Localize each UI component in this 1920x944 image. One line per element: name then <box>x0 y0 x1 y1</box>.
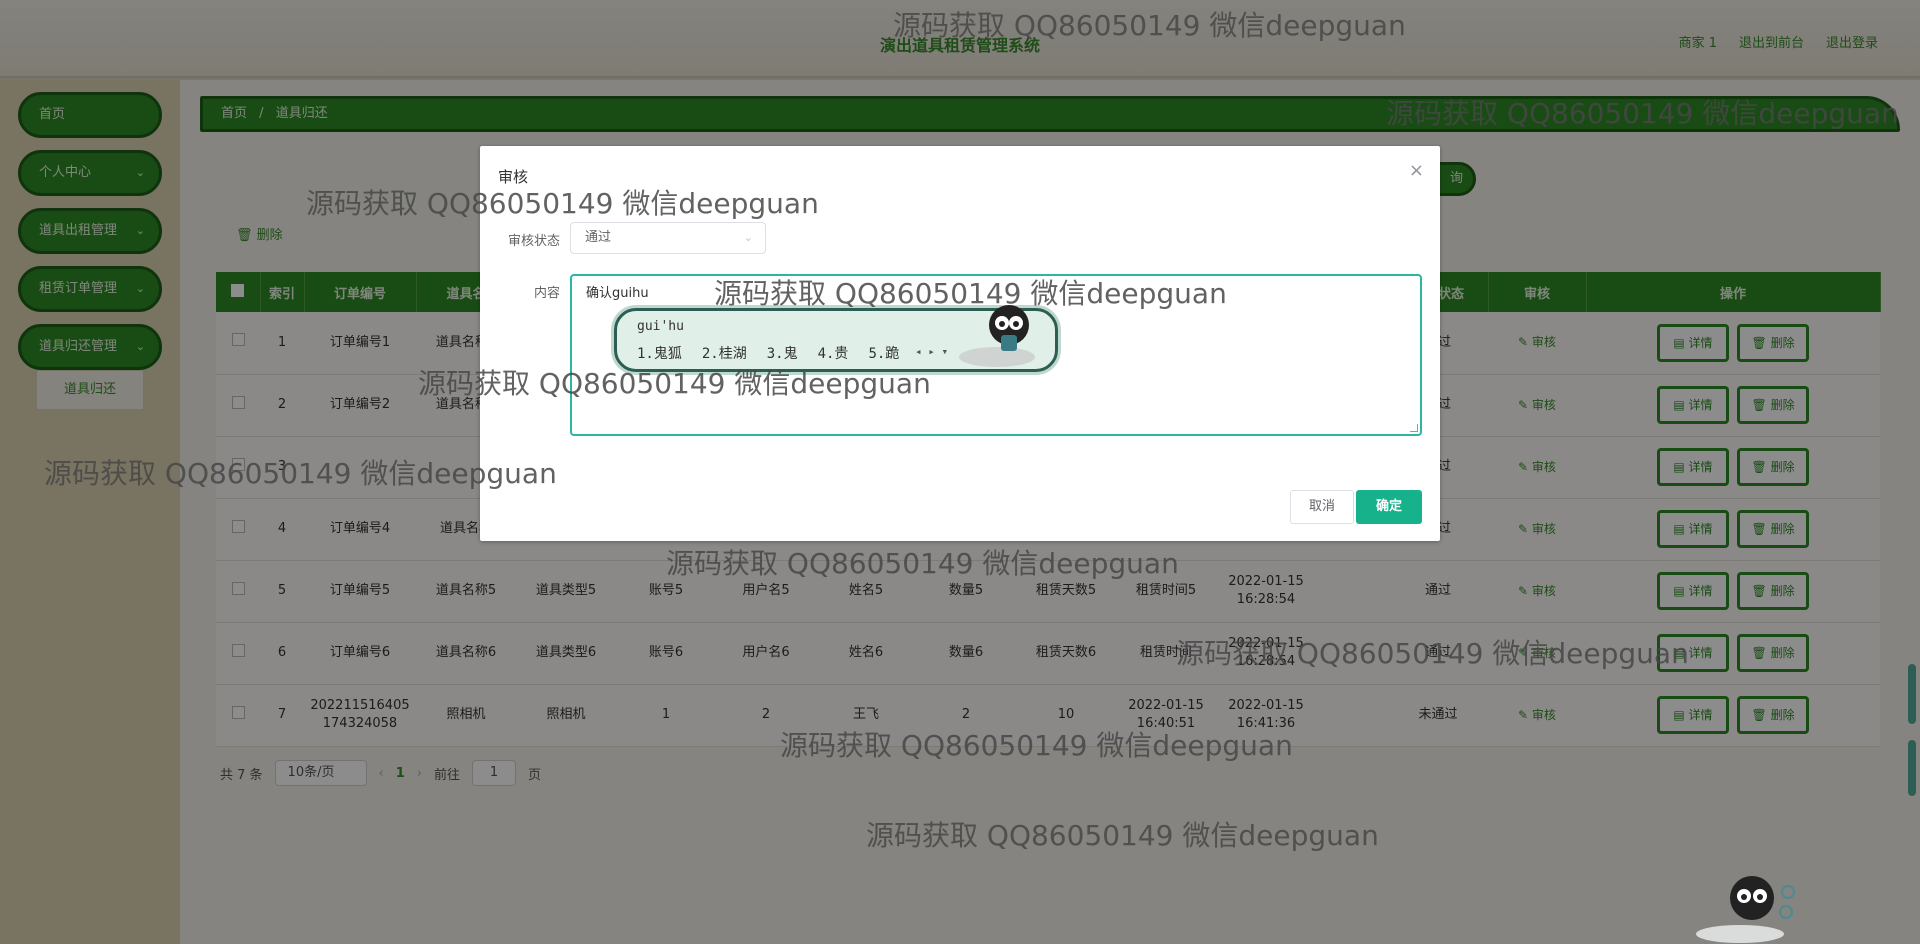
watermark: 源码获取 QQ86050149 微信deepguan <box>866 819 1379 852</box>
resize-handle[interactable] <box>1410 424 1418 432</box>
ime-page-nav-icon[interactable]: ◂ ▸ ▾ <box>915 345 948 358</box>
watermark: 源码获取 QQ86050149 微信deepguan <box>418 367 931 400</box>
corner-cat-mascot-icon <box>1696 876 1795 943</box>
ime-candidate[interactable]: 3.鬼 <box>767 343 798 363</box>
watermark: 源码获取 QQ86050149 微信deepguan <box>306 187 819 220</box>
ime-candidates: 1.鬼狐 2.桂湖 3.鬼 4.贵 5.跪 <box>637 343 899 363</box>
watermark: 源码获取 QQ86050149 微信deepguan <box>780 729 1293 762</box>
watermark: 源码获取 QQ86050149 微信deepguan <box>44 457 557 490</box>
ime-pinyin: gui'hu <box>637 319 684 334</box>
ime-candidate[interactable]: 2.桂湖 <box>702 343 747 363</box>
close-icon[interactable]: × <box>1409 160 1424 181</box>
scrollbar-thumb[interactable] <box>1908 664 1916 724</box>
watermark: 源码获取 QQ86050149 微信deepguan <box>1176 637 1689 670</box>
content-text: 确认guihu <box>586 286 649 301</box>
ime-candidate[interactable]: 4.贵 <box>818 343 849 363</box>
confirm-button[interactable]: 确定 <box>1356 490 1422 524</box>
watermark: 源码获取 QQ86050149 微信deepguan <box>1386 97 1899 130</box>
watermark: 源码获取 QQ86050149 微信deepguan <box>714 277 1227 310</box>
cancel-button[interactable]: 取消 <box>1290 490 1354 524</box>
scrollbar-thumb[interactable] <box>1908 740 1916 796</box>
audit-status-value: 通过 <box>585 230 612 245</box>
status-label: 审核状态 <box>507 234 560 249</box>
ime-candidate[interactable]: 1.鬼狐 <box>637 343 682 363</box>
content-label: 内容 <box>533 286 560 301</box>
audit-status-select[interactable]: 通过 ⌄ <box>570 222 766 254</box>
watermark: 源码获取 QQ86050149 微信deepguan <box>893 9 1406 42</box>
chevron-down-icon: ⌄ <box>743 231 753 244</box>
watermark: 源码获取 QQ86050149 微信deepguan <box>666 547 1179 580</box>
ime-candidate[interactable]: 5.跪 <box>868 343 899 363</box>
